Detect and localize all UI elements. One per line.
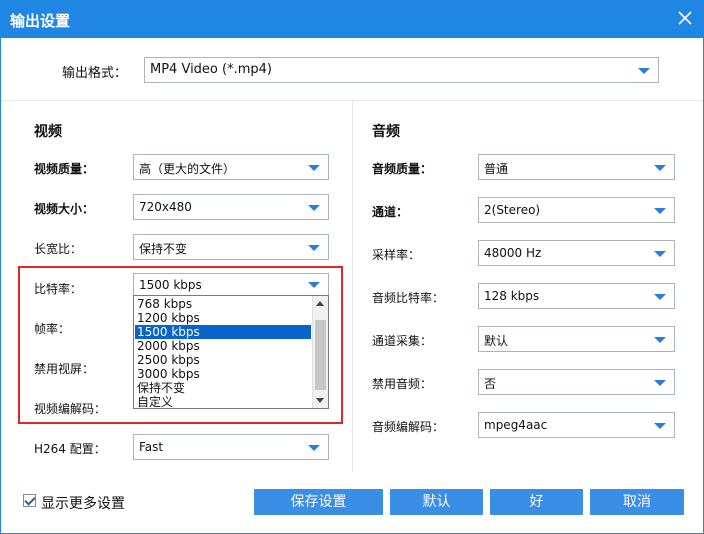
chevron-down-icon [654, 294, 666, 300]
video-quality-label: 视频质量： [34, 162, 95, 176]
channel-select[interactable]: 2(Stereo) [478, 197, 675, 223]
channel-value: 2(Stereo) [484, 203, 541, 217]
close-icon[interactable] [677, 10, 693, 26]
video-size-value: 720x480 [139, 200, 192, 214]
output-format-value: MP4 Video (*.mp4) [150, 62, 272, 77]
audio-quality-select[interactable]: 普通 [478, 154, 675, 180]
disable-audio-value: 否 [484, 377, 497, 391]
chevron-down-icon [654, 251, 666, 257]
chevron-down-icon [308, 245, 320, 251]
audio-codec-value: mpeg4aac [484, 418, 548, 432]
samplerate-value: 48000 Hz [484, 246, 542, 260]
chevron-down-icon [654, 380, 666, 386]
highlight-box [18, 266, 343, 424]
more-settings-checkbox[interactable] [23, 494, 36, 507]
chevron-down-icon [654, 208, 666, 214]
title-bar: 输出设置 [0, 0, 704, 38]
chevron-down-icon [654, 165, 666, 171]
audio-codec-select[interactable]: mpeg4aac [478, 412, 675, 438]
audio-quality-value: 普通 [484, 162, 509, 176]
cancel-button[interactable]: 取消 [590, 489, 684, 515]
chevron-down-icon [654, 423, 666, 429]
aspect-ratio-select[interactable]: 保持不变 [133, 234, 329, 260]
audio-quality-label: 音频质量： [372, 162, 433, 176]
video-quality-select[interactable]: 高（更大的文件） [133, 154, 329, 180]
samplerate-select[interactable]: 48000 Hz [478, 240, 675, 266]
chevron-down-icon [654, 337, 666, 343]
chevron-down-icon [308, 205, 320, 211]
chevron-down-icon [308, 445, 320, 451]
save-settings-button[interactable]: 保存设置 [254, 489, 383, 515]
h264-profile-select[interactable]: Fast [133, 434, 329, 460]
audio-bitrate-value: 128 kbps [484, 289, 540, 303]
output-format-select[interactable]: MP4 Video (*.mp4) [144, 57, 659, 83]
disable-audio-label: 禁用音频： [372, 377, 433, 391]
aspect-ratio-value: 保持不变 [139, 242, 188, 256]
aspect-ratio-label: 长宽比： [34, 242, 83, 256]
video-quality-value: 高（更大的文件） [139, 162, 236, 176]
channel-sampling-label: 通道采集： [372, 334, 433, 348]
window-title: 输出设置 [10, 12, 71, 30]
video-heading: 视频 [34, 124, 62, 140]
video-size-label: 视频大小： [34, 202, 95, 216]
audio-codec-label: 音频编解码： [372, 420, 445, 434]
video-size-select[interactable]: 720x480 [133, 194, 329, 220]
disable-audio-select[interactable]: 否 [478, 369, 675, 395]
audio-bitrate-label: 音频比特率： [372, 291, 445, 305]
chevron-down-icon [638, 68, 650, 74]
h264-profile-value: Fast [139, 440, 164, 454]
h264-profile-label: H264 配置： [34, 442, 106, 456]
audio-bitrate-select[interactable]: 128 kbps [478, 283, 675, 309]
chevron-down-icon [308, 165, 320, 171]
column-divider [352, 100, 353, 472]
output-format-label: 输出格式： [62, 66, 128, 81]
audio-heading: 音频 [372, 124, 400, 140]
channel-sampling-select[interactable]: 默认 [478, 326, 675, 352]
channel-sampling-value: 默认 [484, 334, 509, 348]
ok-button[interactable]: 好 [490, 489, 583, 515]
channel-label: 通道： [372, 205, 409, 219]
samplerate-label: 采样率： [372, 248, 421, 262]
default-button[interactable]: 默认 [390, 489, 483, 515]
more-settings-label[interactable]: 显示更多设置 [41, 493, 125, 513]
